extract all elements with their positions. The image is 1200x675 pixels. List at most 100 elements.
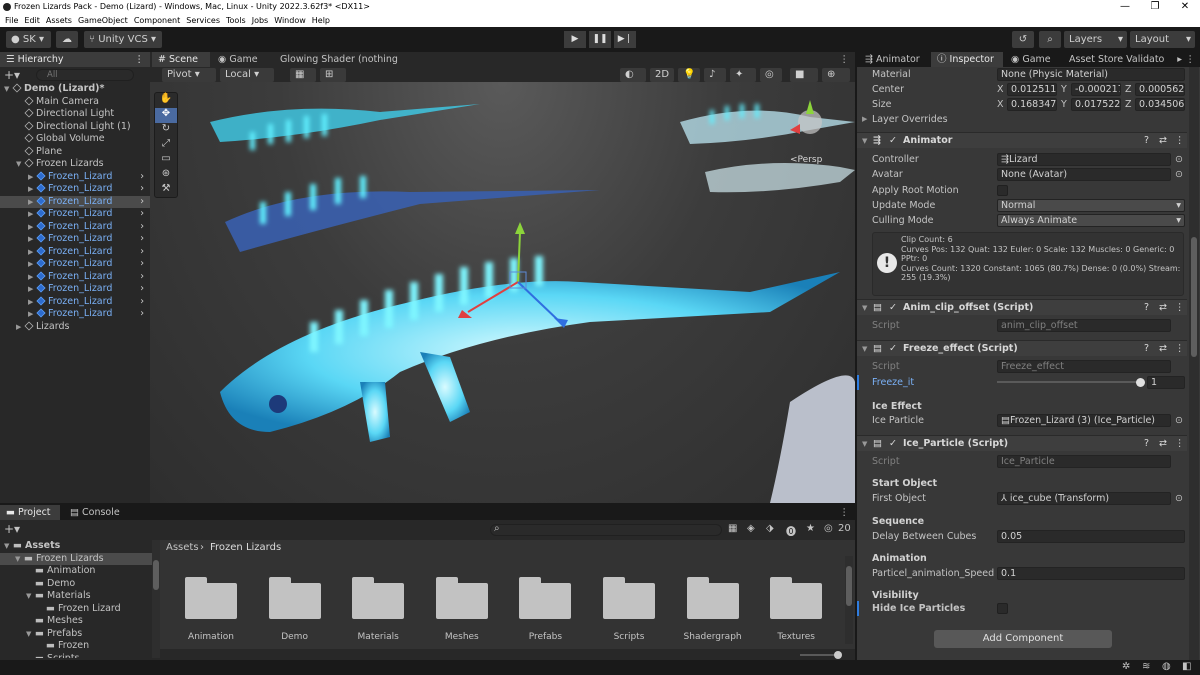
folder-icon[interactable]	[770, 577, 823, 619]
prefab-open-icon[interactable]: ›	[140, 183, 144, 196]
menu-item-services[interactable]: Services	[186, 14, 220, 27]
icon-size-slider-thumb[interactable]	[834, 651, 842, 659]
asset-scrollbar[interactable]	[845, 556, 853, 644]
persp-label[interactable]: <Persp	[790, 155, 823, 165]
transform-tool-icon[interactable]: ⊛	[155, 168, 177, 183]
gizmos-button[interactable]: ⊕	[822, 68, 850, 82]
expand-arrow-icon[interactable]: ▶	[28, 183, 37, 196]
expand-arrow-icon[interactable]: ▶	[28, 283, 37, 296]
mode-2d-button[interactable]: 2D	[650, 68, 674, 82]
update-mode-dropdown[interactable]: Normal ▾	[997, 199, 1185, 212]
tab-game[interactable]: ◉ Game	[212, 52, 272, 67]
freeze-slider-thumb[interactable]	[1136, 378, 1145, 387]
folder-icon[interactable]	[185, 577, 237, 619]
center-x-field[interactable]: 0.0125116	[1007, 83, 1057, 96]
anim-clip-enabled-checkbox[interactable]: ✓	[889, 300, 897, 316]
menu-item-assets[interactable]: Assets	[46, 14, 72, 27]
expand-arrow-icon[interactable]: ▼	[4, 83, 13, 96]
prefab-open-icon[interactable]: ›	[140, 196, 144, 209]
folder-label[interactable]: Meshes	[422, 632, 502, 642]
visibility-button[interactable]: ◎	[760, 68, 782, 82]
root-motion-checkbox[interactable]	[997, 185, 1008, 196]
menu-item-edit[interactable]: Edit	[24, 14, 40, 27]
freeze-it-field[interactable]: 1	[1147, 376, 1185, 389]
minimize-button[interactable]: —	[1110, 0, 1140, 14]
history-button[interactable]: ↺	[1012, 31, 1034, 48]
tab-animator[interactable]: ⇶ Animator	[859, 52, 929, 67]
menu-item-tools[interactable]: Tools	[226, 14, 246, 27]
expand-arrow-icon[interactable]: ▶	[28, 246, 37, 259]
folder-label[interactable]: Shadergraph	[673, 632, 753, 642]
component-more-icon[interactable]: ⋮	[1175, 133, 1185, 149]
lighting-button[interactable]: 💡	[678, 68, 700, 82]
project-folder-item[interactable]: ▼ ▬ Prefabs	[0, 628, 152, 641]
menu-item-gameobject[interactable]: GameObject	[78, 14, 128, 27]
controller-field[interactable]: ⇶Lizard	[997, 153, 1171, 166]
hierarchy-item[interactable]: ▶ Frozen_Lizard ›	[0, 233, 150, 246]
project-folder-item[interactable]: ▬ Meshes	[0, 615, 152, 628]
filter-label-icon[interactable]: ◈	[747, 523, 755, 534]
inspector-scroll-thumb[interactable]	[1191, 237, 1197, 357]
project-folder-item[interactable]: ▬ Demo	[0, 578, 152, 591]
tab-hierarchy[interactable]: ☰ Hierarchy ⋮	[0, 52, 150, 67]
filter-type-icon[interactable]: ▦	[728, 523, 737, 534]
vcs-button[interactable]: ⑂ Unity VCS ▾	[84, 31, 162, 48]
notification-icon[interactable]: ◧	[1182, 661, 1191, 672]
component-more-icon[interactable]: ⋮	[1175, 436, 1185, 452]
prefab-open-icon[interactable]: ›	[140, 283, 144, 296]
expand-arrow-icon[interactable]: ▶	[28, 308, 37, 321]
ice-particle-field[interactable]: ▤Frozen_Lizard (3) (Ice_Particle)	[997, 414, 1171, 427]
close-button[interactable]: ✕	[1170, 0, 1200, 14]
layout-dropdown[interactable]: Layout ▾	[1130, 31, 1195, 48]
expand-arrow-icon[interactable]: ▼	[16, 158, 25, 171]
prefab-open-icon[interactable]: ›	[140, 221, 144, 234]
progress-icon[interactable]: ◍	[1162, 661, 1171, 672]
hierarchy-item[interactable]: ▼ Demo (Lizard)*	[0, 83, 150, 96]
scale-tool-icon[interactable]: ⤢	[155, 138, 177, 153]
material-field[interactable]: None (Physic Material)	[997, 68, 1185, 81]
hierarchy-item[interactable]: Directional Light (1)	[0, 121, 150, 134]
layer-overrides-row[interactable]: ▶ Layer Overrides	[857, 112, 1187, 127]
account-button[interactable]: ● SK ▾	[6, 31, 51, 48]
add-icon[interactable]: +▾	[4, 68, 20, 82]
expand-arrow-icon[interactable]: ▶	[28, 208, 37, 221]
size-y-field[interactable]: 0.0175227	[1071, 98, 1121, 111]
object-picker-icon[interactable]: ⊙	[1175, 167, 1183, 182]
anim-clip-component-header[interactable]: ▼ ▤ ✓ Anim_clip_offset (Script) ? ⇄ ⋮	[857, 299, 1187, 315]
prefab-open-icon[interactable]: ›	[140, 296, 144, 309]
object-picker-icon[interactable]: ⊙	[1175, 491, 1183, 506]
hierarchy-item[interactable]: ▶ Frozen_Lizard ›	[0, 171, 150, 184]
project-folder-item[interactable]: ▼ ▬ Frozen Lizards	[0, 552, 152, 566]
maximize-button[interactable]: ❐	[1140, 0, 1170, 14]
preset-icon[interactable]: ⇄	[1159, 300, 1167, 316]
freeze-component-header[interactable]: ▼ ▤ ✓ Freeze_effect (Script) ? ⇄ ⋮	[857, 340, 1187, 356]
folder-icon[interactable]	[435, 577, 488, 619]
expand-arrow-icon[interactable]: ▶	[28, 196, 37, 209]
create-icon[interactable]: +▾	[4, 522, 20, 536]
size-z-field[interactable]: 0.034506	[1135, 98, 1185, 111]
tab-inspector[interactable]: ⓘ Inspector	[931, 52, 1003, 67]
project-tree-scrollbar[interactable]	[152, 540, 160, 658]
menu-item-window[interactable]: Window	[274, 14, 306, 27]
avatar-field[interactable]: None (Avatar)	[997, 168, 1171, 181]
audio-button[interactable]: ♪	[704, 68, 726, 82]
hierarchy-item[interactable]: ▼ Frozen Lizards	[0, 158, 150, 171]
prefab-open-icon[interactable]: ›	[140, 246, 144, 259]
rotate-tool-icon[interactable]: ↻	[155, 123, 177, 138]
hierarchy-item[interactable]: ▶ Frozen_Lizard ›	[0, 221, 150, 234]
camera-button[interactable]: ■	[790, 68, 818, 82]
cache-icon[interactable]: ≋	[1142, 661, 1150, 672]
expand-arrow-icon[interactable]: ▼	[15, 553, 24, 566]
hierarchy-item[interactable]: Global Volume	[0, 133, 150, 146]
hierarchy-item[interactable]: ▶ Frozen_Lizard ›	[0, 296, 150, 309]
play-button[interactable]: ▶	[564, 31, 586, 48]
hierarchy-item[interactable]: ▶ Frozen_Lizard ›	[0, 208, 150, 221]
custom-tool-icon[interactable]: ⚒	[155, 183, 177, 198]
hierarchy-item[interactable]: ▶ Frozen_Lizard ›	[0, 308, 150, 321]
tag-icon[interactable]: ⬗	[766, 523, 774, 534]
debug-icon[interactable]: ✲	[1122, 661, 1130, 672]
hierarchy-search-input[interactable]	[36, 69, 134, 81]
tab-console[interactable]: ▤ Console	[64, 505, 128, 520]
expand-arrow-icon[interactable]: ▼	[4, 540, 13, 553]
hierarchy-item[interactable]: Plane	[0, 146, 150, 159]
